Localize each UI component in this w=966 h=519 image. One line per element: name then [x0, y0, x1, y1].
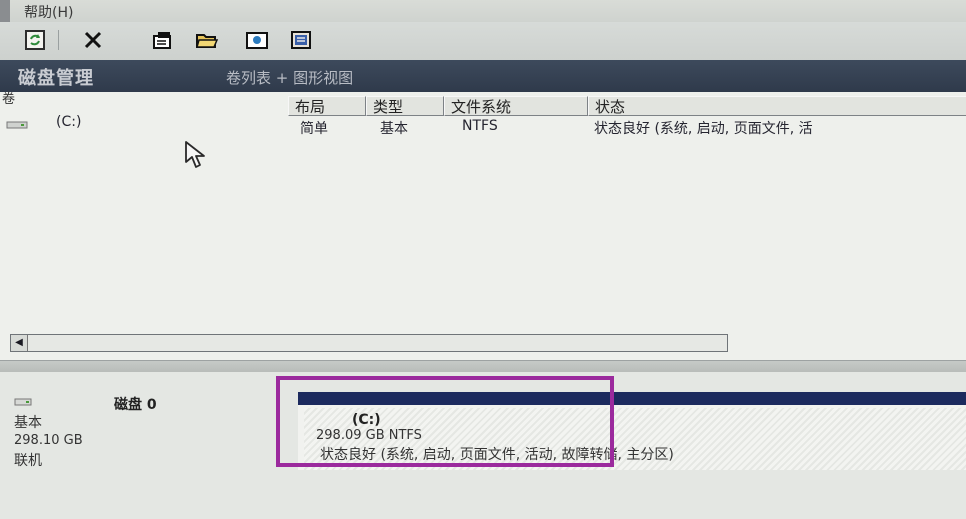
- disk-icon: [14, 398, 32, 406]
- explore-icon: [246, 32, 268, 49]
- view-mode-label: 卷列表 + 图形视图: [226, 69, 354, 87]
- refresh-button[interactable]: [22, 28, 48, 52]
- menu-help[interactable]: 帮助(H): [24, 2, 73, 22]
- toolbar: [0, 22, 966, 61]
- page-title: 磁盘管理: [18, 68, 94, 89]
- highlight-box: [276, 376, 614, 467]
- menu-bar-edge: [0, 0, 10, 22]
- column-type[interactable]: 类型: [366, 96, 444, 116]
- column-volume[interactable]: 卷: [2, 88, 15, 107]
- drive-icon: [6, 121, 28, 129]
- row-type: 基本: [380, 121, 408, 137]
- column-status[interactable]: 状态: [588, 96, 966, 116]
- delete-button[interactable]: [80, 28, 106, 52]
- mouse-cursor-icon: [185, 141, 205, 168]
- horizontal-scrollbar[interactable]: ◀: [10, 334, 728, 352]
- row-volume: (C:): [56, 114, 82, 130]
- volume-list-pane: 卷 布局 类型 文件系统 状态 (C:) 简单 基本 NTFS 状态良好 (系统…: [0, 92, 966, 360]
- disk-info-panel[interactable]: 磁盘 0 基本 298.10 GB 联机: [0, 380, 290, 469]
- disk-status: 联机: [14, 453, 42, 469]
- column-filesystem[interactable]: 文件系统: [444, 96, 588, 116]
- disk-name: 磁盘 0: [114, 397, 157, 413]
- open-button[interactable]: [194, 28, 220, 52]
- explore-button[interactable]: [244, 28, 270, 52]
- scroll-left-arrow-icon[interactable]: ◀: [11, 335, 28, 351]
- column-layout[interactable]: 布局: [288, 96, 366, 116]
- properties-button[interactable]: [150, 28, 176, 52]
- disk-type: 基本: [14, 415, 42, 431]
- menu-bar: 帮助(H): [0, 0, 966, 22]
- row-filesystem: NTFS: [462, 118, 498, 134]
- help-button[interactable]: [288, 28, 314, 52]
- row-status: 状态良好 (系统, 启动, 页面文件, 活: [594, 121, 813, 137]
- help-book-icon: [291, 31, 311, 49]
- row-layout: 简单: [300, 121, 328, 137]
- properties-icon: [153, 32, 171, 49]
- delete-icon: [84, 31, 102, 49]
- refresh-icon: [25, 30, 45, 50]
- open-folder-icon: [196, 34, 219, 48]
- console-title-bar: 磁盘管理 卷列表 + 图形视图: [0, 60, 966, 92]
- disk-size: 298.10 GB: [14, 433, 83, 448]
